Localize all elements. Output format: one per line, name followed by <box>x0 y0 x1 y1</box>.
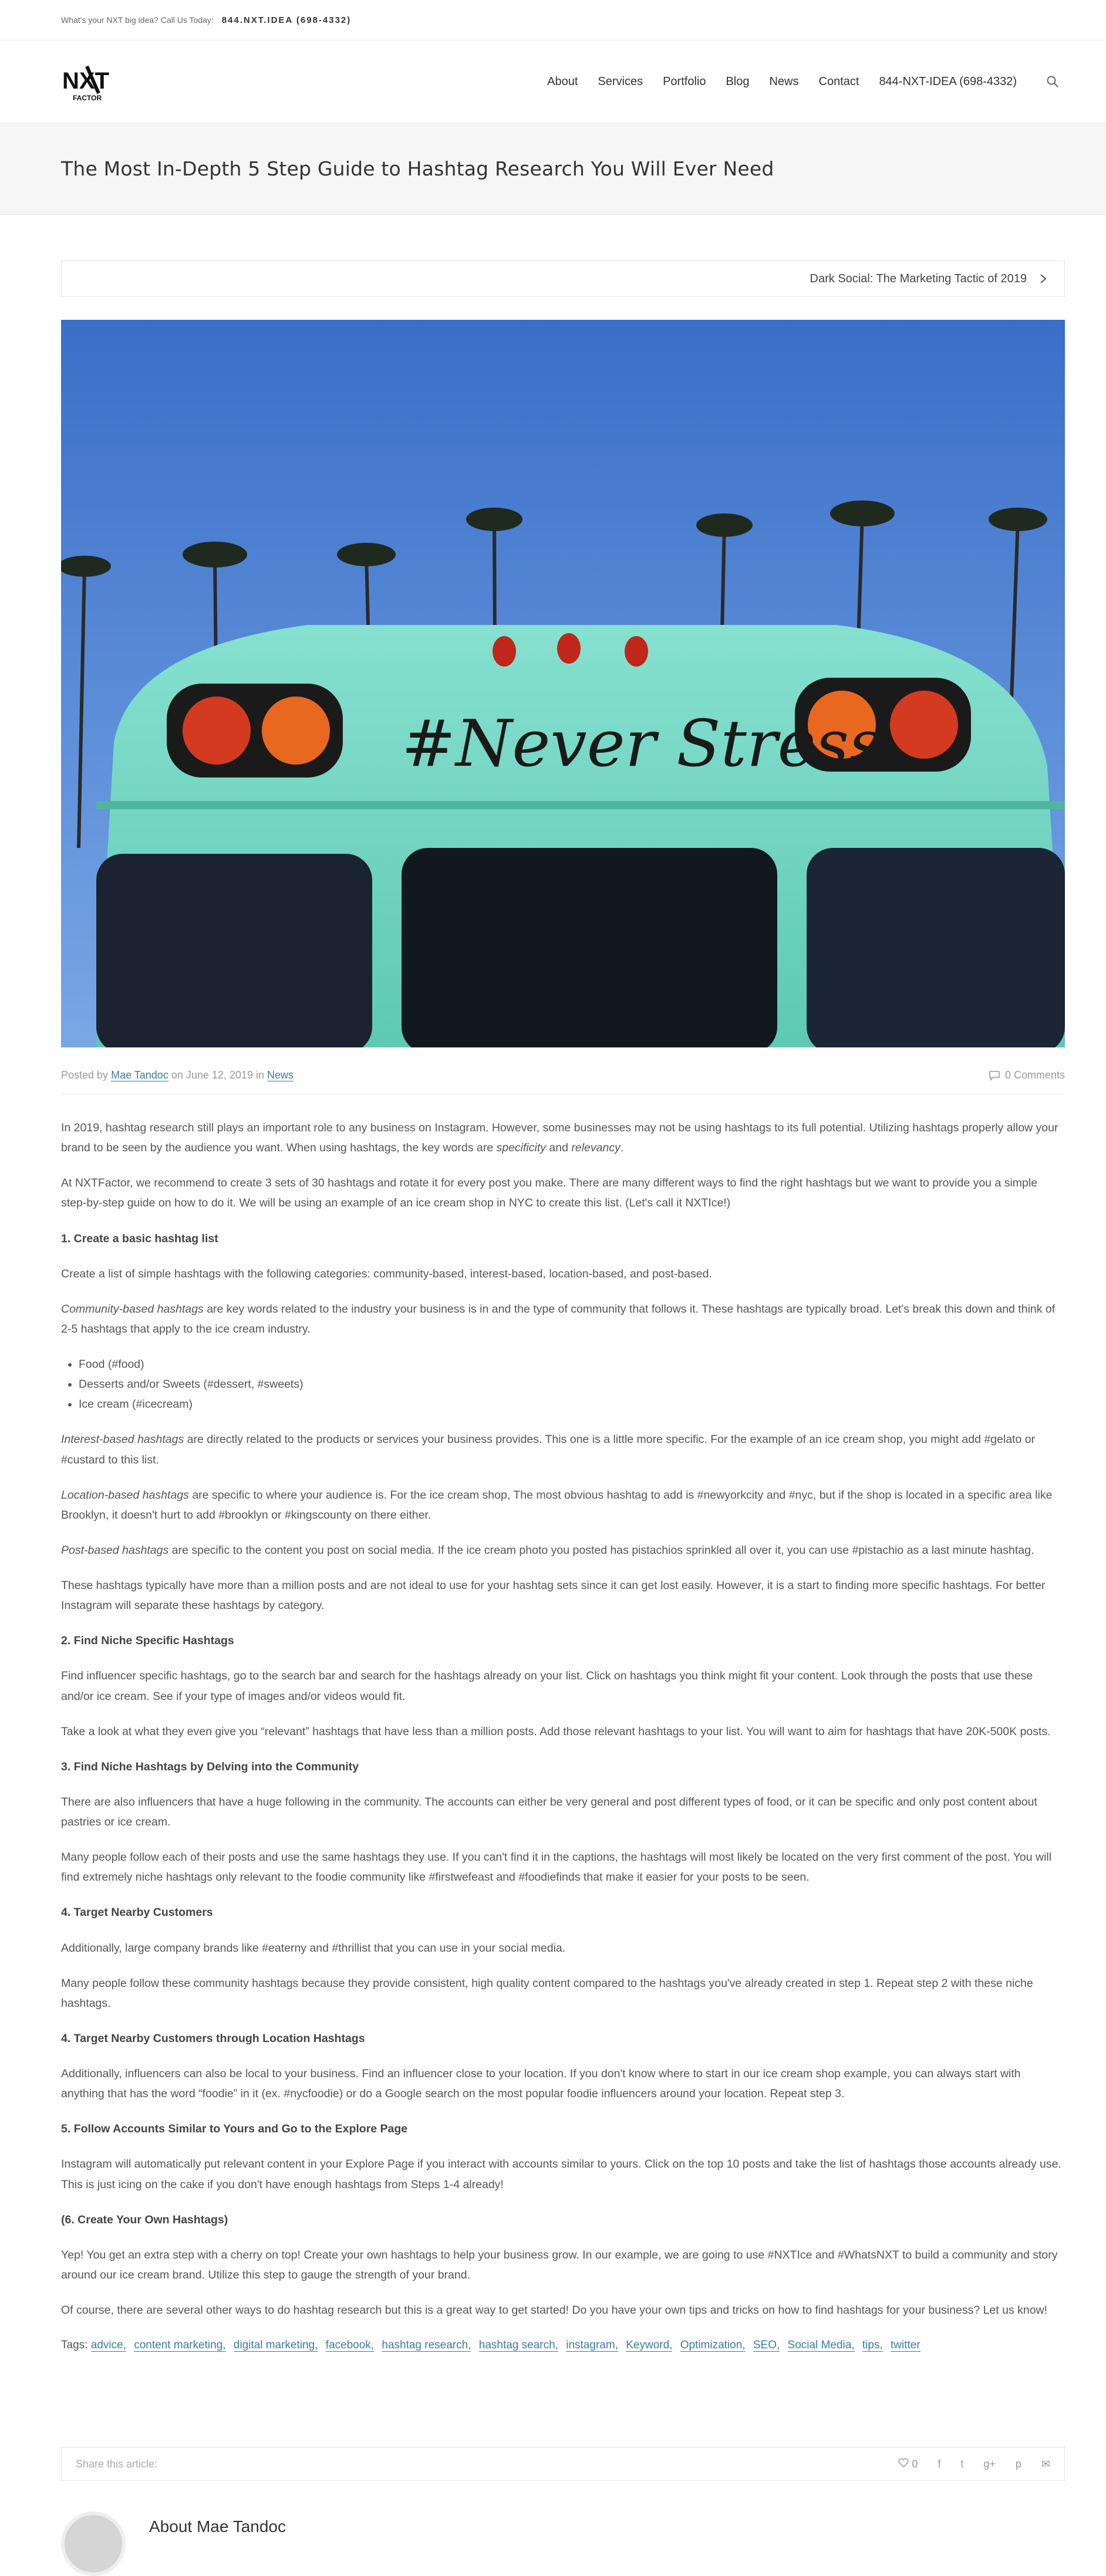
list-item: Ice cream (#icecream) <box>79 1394 1065 1414</box>
main-nav: About Services Portfolio Blog News Conta… <box>527 40 1059 123</box>
paragraph: Many people follow these community hasht… <box>61 1976 1033 2010</box>
nav-item-about[interactable]: About <box>547 75 578 89</box>
tag-link[interactable]: advice, <box>90 2339 126 2352</box>
facebook-icon[interactable]: f <box>938 2458 940 2470</box>
chevron-right-icon <box>1040 274 1047 283</box>
paragraph: Interest-based hashtags are directly rel… <box>61 1433 1036 1466</box>
share-bar: Share this article: 0 f t g+ p ✉ <box>61 2447 1065 2481</box>
category-link[interactable]: News <box>267 1069 294 1081</box>
hashtag-list: Food (#food) Desserts and/or Sweets (#de… <box>61 1354 1065 1414</box>
tag-link[interactable]: SEO, <box>753 2339 780 2352</box>
paragraph: These hashtags typically have more than … <box>61 1579 1046 1612</box>
tag-link[interactable]: instagram, <box>566 2339 618 2352</box>
site-header: NXT FACTOR About Services Portfolio Blog… <box>0 40 1106 123</box>
tag-link[interactable]: Optimization, <box>680 2339 746 2352</box>
post-meta: Posted by Mae Tandoc on June 12, 2019 in… <box>61 1065 1065 1094</box>
author-box: About Mae Tandoc <box>61 2511 286 2576</box>
twitter-icon[interactable]: t <box>960 2458 963 2470</box>
step-heading: 4. Target Nearby Customers <box>61 1906 213 1919</box>
svg-text:FACTOR: FACTOR <box>73 94 102 102</box>
list-item: Food (#food) <box>79 1354 1065 1374</box>
paragraph: There are also influencers that have a h… <box>61 1795 1037 1828</box>
tag-link[interactable]: facebook, <box>325 2339 375 2352</box>
title-bar: The Most In-Depth 5 Step Guide to Hashta… <box>0 123 1106 215</box>
nav-item-blog[interactable]: Blog <box>726 75 749 89</box>
nav-item-services[interactable]: Services <box>598 75 643 89</box>
step-heading: (6. Create Your Own Hashtags) <box>61 2213 228 2226</box>
tag-link[interactable]: tips, <box>862 2339 883 2352</box>
next-post-label: Dark Social: The Marketing Tactic of 201… <box>810 272 1027 285</box>
article-body: In 2019, hashtag research still plays an… <box>61 1118 1065 2355</box>
top-bar: What's your NXT big idea? Call Us Today:… <box>0 0 1106 40</box>
top-bar-phone[interactable]: 844.NXT.IDEA (698-4332) <box>222 15 352 25</box>
nav-item-contact[interactable]: Contact <box>819 75 859 89</box>
paragraph: Instagram will automatically put relevan… <box>61 2158 1061 2191</box>
tag-link[interactable]: twitter <box>891 2339 920 2352</box>
pinterest-icon[interactable]: p <box>1016 2458 1021 2470</box>
step-heading: 2. Find Niche Specific Hashtags <box>61 1634 234 1648</box>
paragraph: At NXTFactor, we recommend to create 3 s… <box>61 1177 1038 1210</box>
step-heading: 5. Follow Accounts Similar to Yours and … <box>61 2122 408 2136</box>
paragraph: Of course, there are several other ways … <box>61 2304 1048 2317</box>
tag-list: Tags: advice, content marketing, digital… <box>61 2335 1065 2355</box>
search-icon[interactable] <box>1046 75 1059 88</box>
email-icon[interactable]: ✉ <box>1041 2458 1050 2470</box>
paragraph: Many people follow each of their posts a… <box>61 1851 1052 1884</box>
nxt-factor-logo-icon: NXT FACTOR <box>62 65 109 102</box>
share-icons: 0 f t g+ p ✉ <box>898 2458 1050 2470</box>
tag-link[interactable]: content marketing, <box>134 2339 226 2352</box>
tag-link[interactable]: hashtag search, <box>478 2339 558 2352</box>
posted-by-label: Posted by <box>61 1069 109 1081</box>
author-heading: About Mae Tandoc <box>149 2517 286 2536</box>
hero-image: #Never Stress <box>61 320 1065 1047</box>
step-heading: 4. Target Nearby Customers through Locat… <box>61 2031 365 2045</box>
google-plus-icon[interactable]: g+ <box>983 2458 996 2470</box>
like-button[interactable]: 0 <box>898 2458 918 2470</box>
nav-item-news[interactable]: News <box>769 75 798 89</box>
tags-label: Tags: <box>61 2339 88 2352</box>
paragraph: Find influencer specific hashtags, go to… <box>61 1669 1033 1703</box>
svg-text:#Never Stress: #Never Stress <box>402 706 882 781</box>
paragraph: Additionally, influencers can also be lo… <box>61 2067 1021 2101</box>
next-post-link[interactable]: Dark Social: The Marketing Tactic of 201… <box>61 261 1065 297</box>
tag-link[interactable]: hashtag research, <box>382 2339 471 2352</box>
comments-link[interactable]: 0 Comments <box>989 1069 1065 1081</box>
logo[interactable]: NXT FACTOR <box>61 64 114 105</box>
page-title: The Most In-Depth 5 Step Guide to Hashta… <box>61 157 774 180</box>
svg-text:NXT: NXT <box>62 68 109 94</box>
tag-link[interactable]: Keyword, <box>626 2339 673 2352</box>
paragraph: Take a look at what they even give you “… <box>61 1725 1051 1738</box>
author-link[interactable]: Mae Tandoc <box>111 1069 168 1081</box>
comments-count: 0 Comments <box>1004 1069 1065 1081</box>
share-label: Share this article: <box>76 2457 158 2470</box>
paragraph: Community-based hashtags are key words r… <box>61 1302 1056 1336</box>
avatar <box>61 2511 126 2576</box>
comment-bubble-icon <box>989 1070 1000 1081</box>
list-item: Desserts and/or Sweets (#dessert, #sweet… <box>79 1374 1065 1394</box>
nav-item-portfolio[interactable]: Portfolio <box>663 75 706 89</box>
paragraph: Post-based hashtags are specific to the … <box>61 1543 1034 1557</box>
tag-link[interactable]: digital marketing, <box>233 2339 318 2352</box>
step-heading: 1. Create a basic hashtag list <box>61 1232 218 1245</box>
top-bar-tagline: What's your NXT big idea? Call Us Today: <box>61 15 214 25</box>
paragraph: Location-based hashtags are specific to … <box>61 1488 1053 1522</box>
paragraph: Additionally, large company brands like … <box>61 1941 566 1955</box>
nav-item-phone[interactable]: 844-NXT-IDEA (698-4332) <box>879 75 1017 89</box>
intro-paragraph: In 2019, hashtag research still plays an… <box>61 1121 1058 1155</box>
heart-icon <box>898 2458 909 2467</box>
paragraph: Yep! You get an extra step with a cherry… <box>61 2248 1058 2281</box>
tag-link[interactable]: Social Media, <box>787 2339 855 2352</box>
bus-photo: #Never Stress <box>61 320 1065 1047</box>
like-count: 0 <box>912 2457 918 2470</box>
step-heading: 3. Find Niche Hashtags by Delving into t… <box>61 1760 359 1773</box>
post-date: on June 12, 2019 in <box>171 1069 264 1081</box>
post-byline: Posted by Mae Tandoc on June 12, 2019 in… <box>61 1069 294 1081</box>
paragraph: Create a list of simple hashtags with th… <box>61 1267 712 1280</box>
